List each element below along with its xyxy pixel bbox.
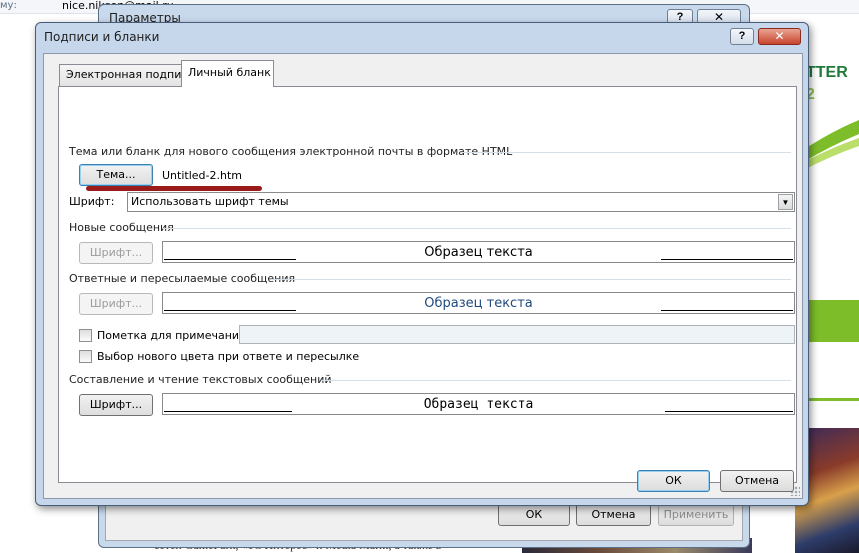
plain-text-label: Составление и чтение текстовых сообщений [69, 373, 332, 386]
background-green-band [805, 300, 859, 342]
sample-underline-right [661, 259, 793, 260]
mark-comments-checkbox[interactable] [79, 329, 92, 342]
font-dropdown-value: Использовать шрифт темы [131, 195, 289, 208]
new-messages-sample-text: Образец текста [424, 245, 533, 260]
background-green-line [808, 398, 859, 401]
section-divider [321, 380, 791, 381]
section-divider [163, 228, 791, 229]
tab-personal-stationery[interactable]: Личный бланк [181, 60, 274, 87]
background-to-label: му: [0, 0, 17, 11]
theme-button[interactable]: Тема... [79, 164, 153, 186]
pick-color-checkbox[interactable] [79, 350, 92, 363]
reply-messages-label: Ответные и пересылаемые сообщения [69, 272, 296, 285]
parent-apply-button[interactable]: Применить [658, 504, 734, 526]
close-button[interactable]: ✕ [758, 28, 801, 45]
cancel-button[interactable]: Отмена [720, 470, 794, 492]
new-messages-font-button[interactable]: Шрифт... [79, 242, 153, 264]
section-divider [461, 152, 791, 153]
sample-underline-right [665, 411, 793, 412]
font-dropdown[interactable]: Использовать шрифт темы ▼ [127, 192, 795, 212]
theme-file-name: Untitled-2.htm [162, 169, 242, 182]
ok-button[interactable]: ОК [637, 470, 710, 492]
dialog-title: Подписи и бланки [44, 30, 160, 44]
reply-messages-sample: Образец текста [162, 292, 795, 314]
parent-ok-button[interactable]: ОК [498, 504, 570, 526]
theme-section-label: Тема или бланк для нового сообщения элек… [69, 145, 513, 158]
section-divider [271, 279, 791, 280]
font-label: Шрифт: [69, 195, 115, 208]
new-messages-label: Новые сообщения [69, 221, 174, 234]
tab-email-signature[interactable]: Электронная подпись [59, 64, 194, 86]
tab-panel: Тема или бланк для нового сообщения элек… [58, 86, 797, 483]
mark-comments-label: Пометка для примечаний: [97, 329, 250, 342]
plain-text-font-button[interactable]: Шрифт... [79, 394, 153, 416]
help-button[interactable]: ? [730, 28, 754, 45]
reply-messages-font-button[interactable]: Шрифт... [79, 293, 153, 315]
plain-text-sample-text: Образец текста [423, 397, 534, 412]
red-highlight-mark [86, 186, 262, 191]
pick-color-label: Выбор нового цвета при ответе и пересылк… [97, 350, 360, 363]
plain-text-sample: Образец текста [162, 393, 795, 415]
sample-underline-right [661, 310, 793, 311]
reply-messages-sample-text: Образец текста [424, 296, 533, 311]
signatures-dialog: Подписи и бланки ? ✕ Электронная подпись… [35, 22, 809, 506]
mark-comments-input[interactable] [239, 325, 795, 344]
new-messages-sample: Образец текста [162, 241, 795, 263]
background-brand-text: TTER [806, 64, 848, 81]
dialog-client-area: Электронная подпись Личный бланк Тема ил… [43, 53, 803, 499]
chevron-down-icon[interactable]: ▼ [778, 194, 793, 210]
parent-cancel-button[interactable]: Отмена [576, 504, 651, 526]
